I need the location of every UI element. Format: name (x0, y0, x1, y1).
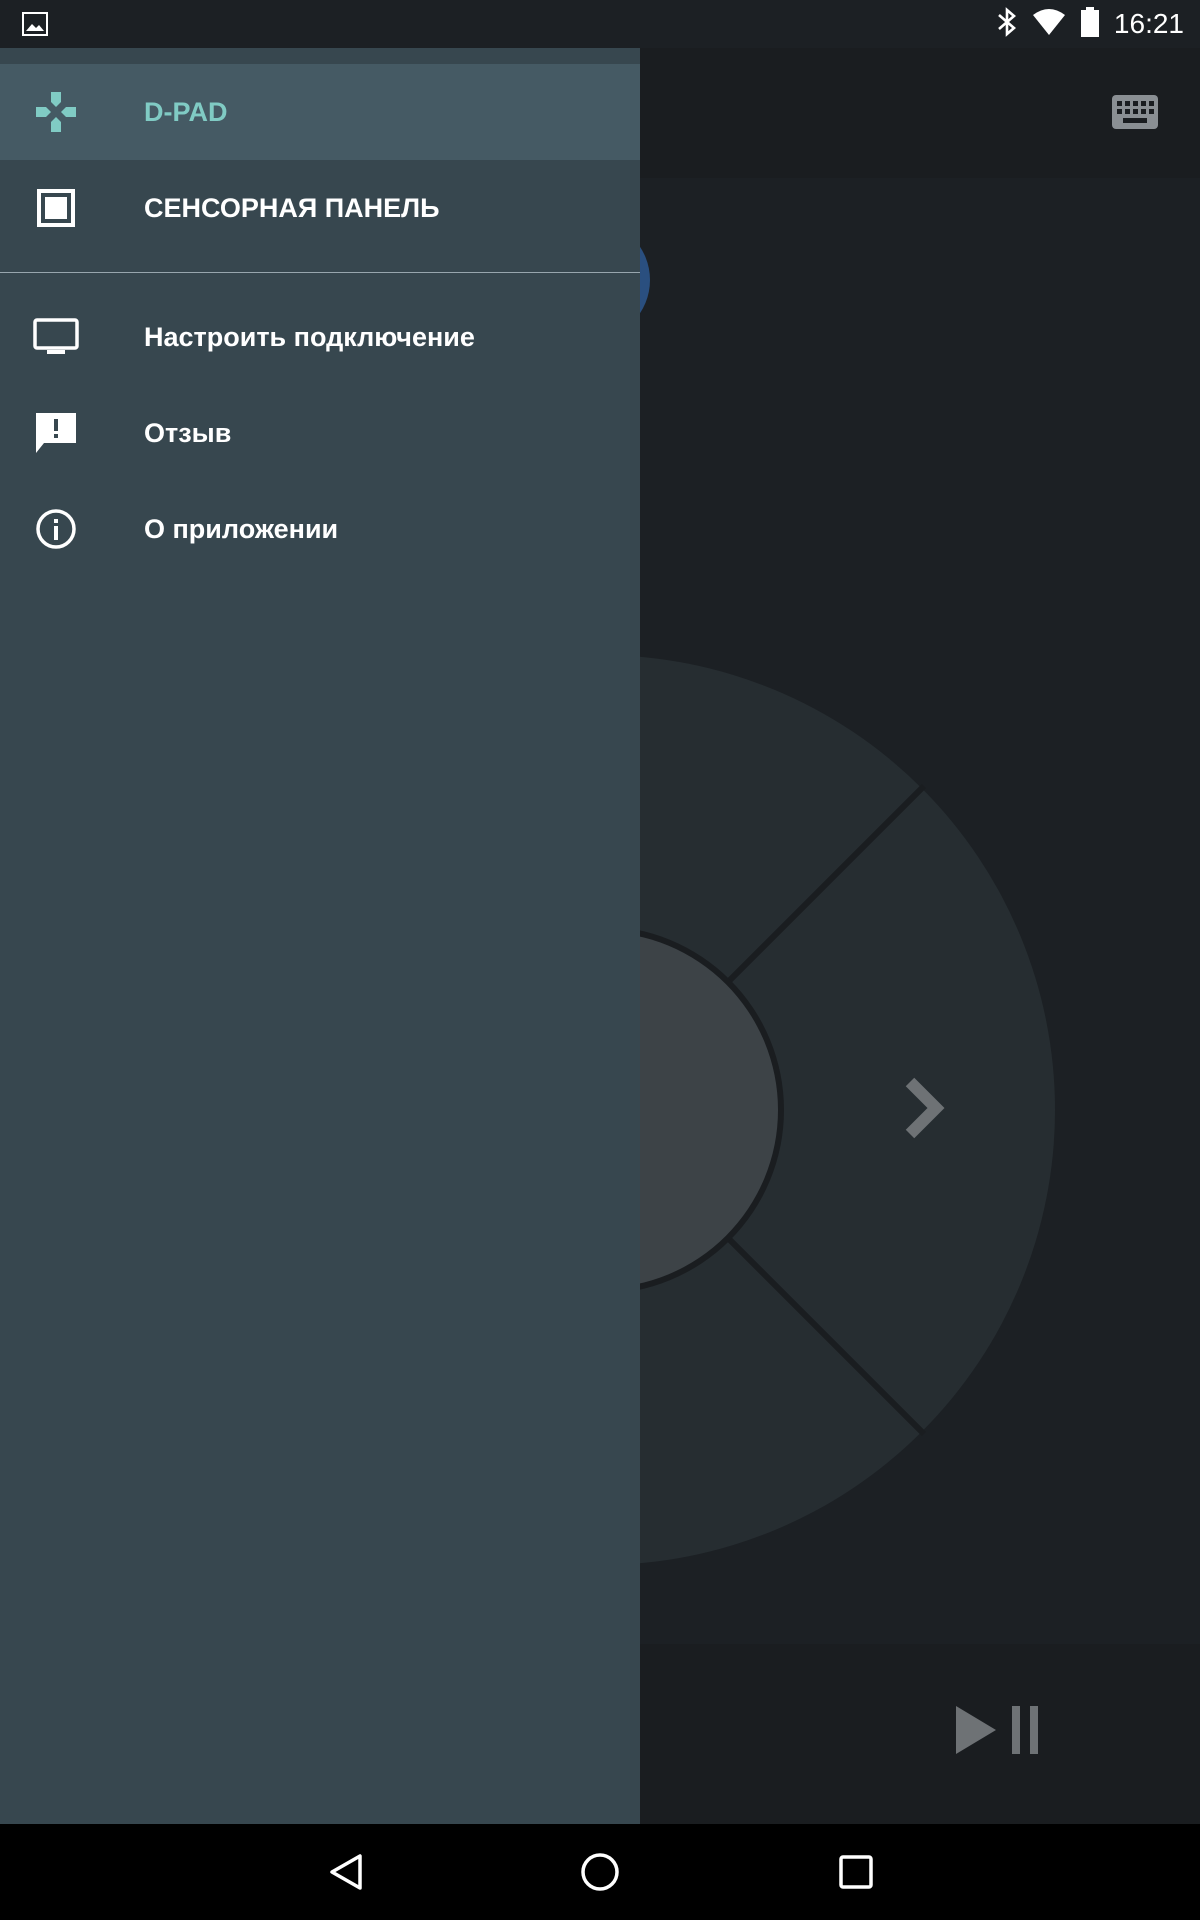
keyboard-icon[interactable] (1112, 95, 1158, 129)
back-icon[interactable] (318, 1844, 374, 1900)
navigation-drawer: D-PAD СЕНСОРНАЯ ПАНЕЛЬ Настроить подключ… (0, 48, 640, 1824)
drawer-item-touchpad[interactable]: СЕНСОРНАЯ ПАНЕЛЬ (0, 160, 640, 256)
drawer-item-dpad[interactable]: D-PAD (0, 64, 640, 160)
bluetooth-icon (996, 6, 1018, 43)
recents-icon[interactable] (828, 1844, 884, 1900)
status-time: 16:21 (1113, 8, 1184, 39)
image-notification-icon (22, 12, 48, 41)
status-bar: 16:21 (0, 0, 1200, 48)
system-nav-bar (0, 1824, 1200, 1920)
info-icon (32, 505, 80, 553)
drawer-item-label: D-PAD (144, 96, 228, 127)
drawer-item-label: Отзыв (144, 417, 232, 448)
drawer-item-label: СЕНСОРНАЯ ПАНЕЛЬ (144, 192, 440, 223)
home-icon[interactable] (572, 1844, 628, 1900)
touchpad-icon (32, 184, 80, 232)
drawer-item-feedback[interactable]: Отзыв (0, 385, 640, 481)
drawer-item-label: Настроить подключение (144, 321, 475, 352)
battery-icon (1080, 6, 1100, 43)
play-pause-icon[interactable] (952, 1700, 1044, 1760)
feedback-icon (32, 409, 80, 457)
tv-icon (32, 313, 80, 361)
gamepad-icon (32, 88, 80, 136)
drawer-item-setup-connection[interactable]: Настроить подключение (0, 289, 640, 385)
drawer-item-label: О приложении (144, 513, 339, 544)
drawer-item-about[interactable]: О приложении (0, 481, 640, 577)
drawer-divider (0, 272, 640, 273)
wifi-icon (1032, 8, 1066, 41)
